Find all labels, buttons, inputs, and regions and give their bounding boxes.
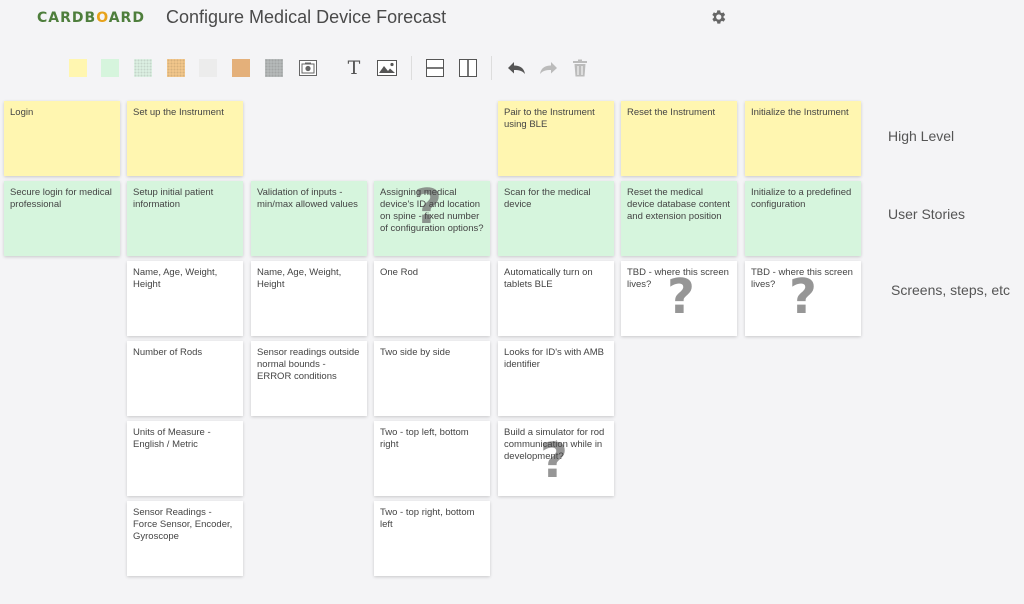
story-map-board: Login Set up the Instrument Pair to the … [0, 96, 1024, 604]
card-sensor-error[interactable]: Sensor readings outside normal bounds - … [251, 341, 367, 416]
card-text: Two - top left, bottom right [380, 427, 469, 450]
image-tool-icon[interactable] [376, 57, 398, 79]
card-text: Set up the Instrument [133, 107, 224, 118]
screenshot-icon[interactable] [297, 57, 319, 79]
card-reset-instrument[interactable]: Reset the Instrument [621, 101, 737, 176]
card-units-of-measure[interactable]: Units of Measure - English / Metric [127, 421, 243, 496]
card-auto-ble[interactable]: Automatically turn on tablets BLE [498, 261, 614, 336]
swatch-light-gray[interactable] [199, 59, 217, 77]
card-text: Reset the Instrument [627, 107, 716, 118]
card-amb-identifier[interactable]: Looks for ID's with AMB identifier [498, 341, 614, 416]
card-text: Assigning medical device's ID and locati… [380, 187, 484, 234]
row-label-high-level: High Level [888, 128, 955, 144]
card-text: Sensor Readings - Force Sensor, Encoder,… [133, 507, 233, 542]
card-secure-login[interactable]: Secure login for medical professional [4, 181, 120, 256]
card-pair-instrument[interactable]: Pair to the Instrument using BLE [498, 101, 614, 176]
toolbar-divider [411, 56, 412, 80]
card-text: Scan for the medical device [504, 187, 591, 210]
card-text: Build a simulator for rod communication … [504, 427, 605, 462]
card-text: Units of Measure - English / Metric [133, 427, 211, 450]
card-text: Name, Age, Weight, Height [133, 267, 218, 290]
card-tbd-screen[interactable]: ? TBD - where this screen lives? [621, 261, 737, 336]
app-header: CARDBOARD Configure Medical Device Forec… [0, 0, 1024, 44]
board-title[interactable]: Configure Medical Device Forecast [166, 7, 446, 28]
card-validation-inputs[interactable]: Validation of inputs - min/max allowed v… [251, 181, 367, 256]
row-label-screens: Screens, steps, etc [891, 282, 1011, 298]
settings-gear-icon[interactable] [709, 8, 727, 26]
card-sensor-readings[interactable]: Sensor Readings - Force Sensor, Encoder,… [127, 501, 243, 576]
card-text: Sensor readings outside normal bounds - … [257, 347, 360, 382]
card-name-age-weight-height[interactable]: Name, Age, Weight, Height [251, 261, 367, 336]
card-text: Number of Rods [133, 347, 203, 358]
card-text: One Rod [380, 267, 419, 278]
toolbar-divider [491, 56, 492, 80]
card-text: Looks for ID's with AMB identifier [504, 347, 605, 370]
card-text: Reset the medical device database conten… [627, 187, 730, 222]
swatch-light-green-pattern[interactable] [134, 59, 152, 77]
card-text: Initialize to a predefined configuration [751, 187, 852, 210]
card-one-rod[interactable]: One Rod [374, 261, 490, 336]
card-text: Two - top right, bottom left [380, 507, 475, 530]
swatch-yellow[interactable] [69, 59, 87, 77]
card-setup-patient-info[interactable]: Setup initial patient information [127, 181, 243, 256]
card-login[interactable]: Login [4, 101, 120, 176]
text-tool-icon[interactable]: T [343, 57, 365, 79]
cardboard-logo[interactable]: CARDBOARD [37, 10, 145, 26]
card-text: Secure login for medical professional [10, 187, 112, 210]
card-text: Login [10, 107, 34, 118]
card-two-side-by-side[interactable]: Two side by side [374, 341, 490, 416]
card-text: Initialize the Instrument [751, 107, 849, 118]
card-scan-device[interactable]: Scan for the medical device [498, 181, 614, 256]
swatch-mint[interactable] [101, 59, 119, 77]
card-reset-database[interactable]: Reset the medical device database conten… [621, 181, 737, 256]
card-text: Automatically turn on tablets BLE [504, 267, 593, 290]
card-text: Validation of inputs - min/max allowed v… [257, 187, 358, 210]
card-two-top-left[interactable]: Two - top left, bottom right [374, 421, 490, 496]
logo-text-ard: ARD [108, 10, 145, 26]
card-text: Two side by side [380, 347, 451, 358]
horizontal-divider-icon[interactable] [424, 57, 446, 79]
card-initialize-instrument[interactable]: Initialize the Instrument [745, 101, 861, 176]
card-two-top-right[interactable]: Two - top right, bottom left [374, 501, 490, 576]
undo-icon[interactable] [505, 57, 527, 79]
card-assign-device-id[interactable]: ? Assigning medical device's ID and locat… [374, 181, 490, 256]
redo-icon[interactable] [538, 57, 560, 79]
toolbar: T [0, 52, 1024, 84]
card-build-simulator[interactable]: ? Build a simulator for rod communication… [498, 421, 614, 496]
card-text: Setup initial patient information [133, 187, 214, 210]
card-text: Name, Age, Weight, Height [257, 267, 342, 290]
logo-text-o: O [96, 10, 109, 26]
swatch-orange-pattern[interactable] [167, 59, 185, 77]
card-name-age-weight-height[interactable]: Name, Age, Weight, Height [127, 261, 243, 336]
vertical-divider-icon[interactable] [457, 57, 479, 79]
card-initialize-config[interactable]: Initialize to a predefined configuration [745, 181, 861, 256]
logo-text-card: CARD [37, 10, 85, 26]
card-number-of-rods[interactable]: Number of Rods [127, 341, 243, 416]
trash-icon[interactable] [569, 57, 591, 79]
card-tbd-screen[interactable]: ? TBD - where this screen lives? [745, 261, 861, 336]
swatch-tan[interactable] [232, 59, 250, 77]
logo-text-b: B [84, 10, 97, 26]
swatch-gray-pattern[interactable] [265, 59, 283, 77]
card-text: TBD - where this screen lives? [627, 267, 729, 290]
card-set-up-instrument[interactable]: Set up the Instrument [127, 101, 243, 176]
row-label-user-stories: User Stories [888, 206, 966, 222]
card-text: TBD - where this screen lives? [751, 267, 853, 290]
card-text: Pair to the Instrument using BLE [504, 107, 595, 130]
